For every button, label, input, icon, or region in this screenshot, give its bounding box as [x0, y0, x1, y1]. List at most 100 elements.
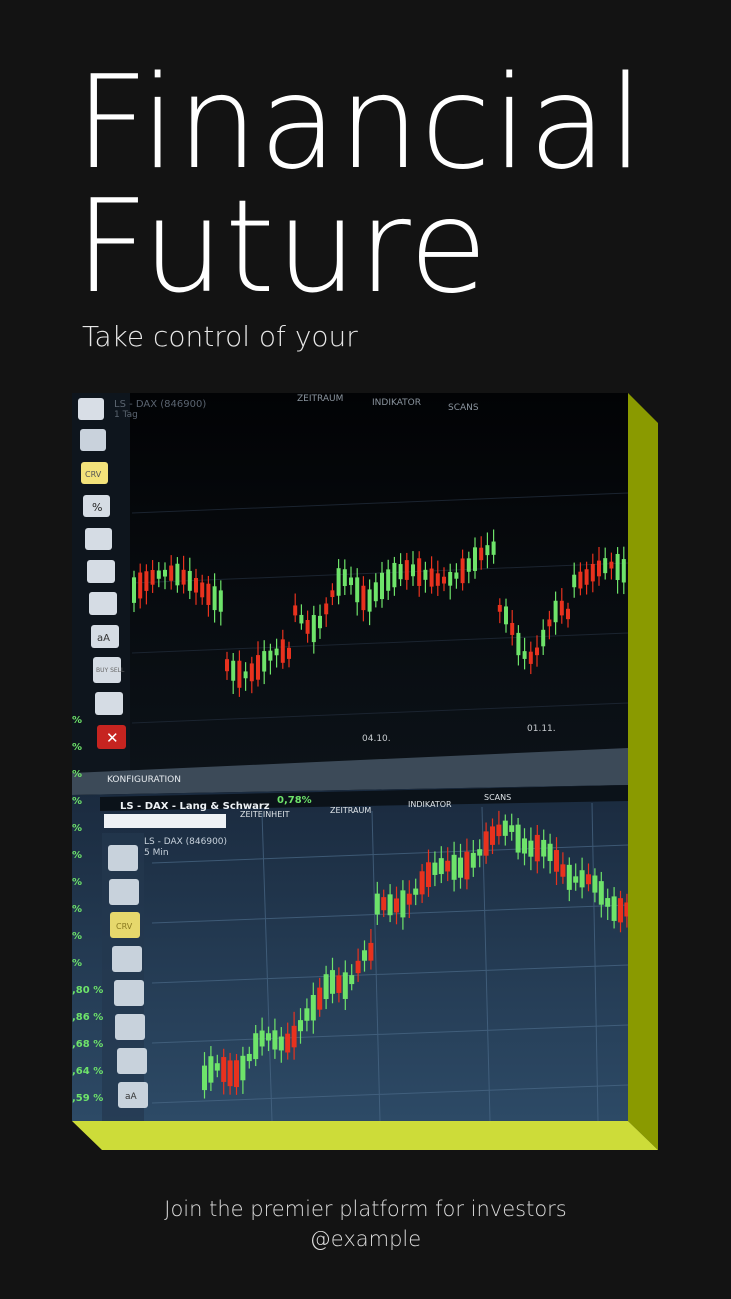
- candle: [460, 558, 465, 584]
- bottom-text-label: aA: [125, 1092, 138, 1102]
- candle: [578, 571, 583, 589]
- buy-sell-label: BUY SELL: [96, 667, 125, 674]
- candle: [246, 1053, 252, 1062]
- bottom-parallel-button[interactable]: [115, 1014, 145, 1040]
- bottom-line-button[interactable]: [109, 879, 139, 905]
- bottom-search-field[interactable]: [104, 814, 226, 828]
- side-percent-label: ,80 %: [72, 985, 103, 996]
- bottom-menu-scans[interactable]: SCANS: [484, 793, 511, 802]
- candle: [515, 824, 521, 853]
- parallel-tool-button[interactable]: [87, 560, 115, 583]
- frame-bottom: [72, 1121, 658, 1150]
- candle: [394, 898, 399, 913]
- candle: [559, 600, 564, 616]
- candle: [386, 569, 391, 591]
- candle: [156, 570, 161, 579]
- candle: [287, 647, 291, 659]
- candle: [218, 590, 223, 612]
- delete-icon: ✕: [106, 729, 119, 747]
- candle: [298, 1020, 303, 1032]
- candle: [584, 569, 589, 585]
- candle: [479, 547, 484, 561]
- bottom-left-panel: [102, 833, 144, 1121]
- candle: [367, 589, 372, 612]
- cursor-tool-button[interactable]: [78, 398, 104, 420]
- bottom-menu-zeitraum[interactable]: ZEITRAUM: [330, 806, 371, 815]
- candle: [380, 572, 384, 600]
- candle: [579, 870, 585, 888]
- candle: [374, 893, 380, 915]
- candle: [454, 572, 459, 579]
- candle: [573, 876, 579, 883]
- side-percent-label: %: [72, 904, 82, 915]
- frame-side: [628, 393, 658, 1150]
- bottom-interval-label: 5 Min: [144, 848, 169, 858]
- candle: [615, 553, 620, 581]
- bottom-cursor-button[interactable]: [108, 845, 138, 871]
- candle: [448, 571, 453, 586]
- side-percent-label: %: [72, 877, 82, 888]
- candle: [485, 545, 490, 556]
- candle: [194, 577, 198, 593]
- candle: [590, 563, 595, 582]
- candle: [496, 824, 502, 837]
- candle: [435, 573, 440, 586]
- candle: [509, 825, 515, 832]
- candle: [163, 569, 167, 577]
- candle: [299, 614, 304, 624]
- candle: [212, 586, 217, 611]
- side-percent-label: %: [72, 742, 82, 753]
- bottom-curve-button[interactable]: [117, 1048, 147, 1074]
- candle: [618, 898, 623, 923]
- trading-screen-photo: LS - DAX (846900) 1 Tag ZEITRAUM INDIKAT…: [72, 393, 628, 1121]
- bottom-menu-zeiteinheit[interactable]: ZEITEINHEIT: [240, 810, 290, 819]
- side-percent-label: %: [72, 931, 82, 942]
- candle: [285, 1033, 291, 1053]
- sound-tool-button[interactable]: [95, 692, 123, 715]
- candle: [473, 547, 477, 571]
- percent-tool-label: %: [92, 501, 102, 514]
- candle: [387, 894, 393, 916]
- candle: [535, 647, 539, 656]
- candle: [423, 569, 428, 580]
- candle: [432, 862, 438, 875]
- candle: [202, 1065, 207, 1091]
- top-menu-indikator[interactable]: INDIKATOR: [372, 398, 421, 408]
- headline: Financial Future: [75, 60, 645, 312]
- candle: [221, 1057, 227, 1082]
- bottom-menu-indikator[interactable]: INDIKATOR: [408, 800, 452, 809]
- candle: [624, 902, 628, 917]
- candle: [237, 660, 242, 688]
- candle: [404, 560, 409, 580]
- candle: [268, 650, 273, 661]
- candle: [342, 972, 348, 999]
- zoom-tool-button[interactable]: [85, 528, 112, 550]
- bottom-percent-button[interactable]: [112, 946, 142, 972]
- candle: [406, 893, 412, 905]
- top-menu-scans[interactable]: SCANS: [448, 403, 479, 413]
- candle: [355, 960, 361, 974]
- candle: [362, 950, 367, 961]
- side-percent-label: %: [72, 769, 82, 780]
- side-percent-label: %: [72, 796, 82, 807]
- side-percent-label: %: [72, 850, 82, 861]
- curve-tool-button[interactable]: [89, 592, 117, 615]
- candle: [310, 994, 316, 1021]
- candle: [554, 850, 559, 872]
- candle: [305, 620, 310, 634]
- candle: [373, 582, 378, 602]
- candle: [598, 881, 604, 905]
- candle: [442, 576, 446, 584]
- top-menu-zeitraum[interactable]: ZEITRAUM: [297, 394, 343, 404]
- crv-tool-label: CRV: [85, 470, 102, 479]
- line-tool-button[interactable]: [80, 429, 106, 451]
- candle: [621, 559, 626, 583]
- bottom-zoom-button[interactable]: [114, 980, 144, 1006]
- candle: [311, 615, 316, 643]
- candle: [336, 568, 341, 596]
- candle: [502, 820, 508, 836]
- candle: [330, 970, 335, 994]
- subheadline: Take control of your: [82, 320, 358, 353]
- candle: [586, 874, 591, 885]
- candle: [231, 660, 236, 681]
